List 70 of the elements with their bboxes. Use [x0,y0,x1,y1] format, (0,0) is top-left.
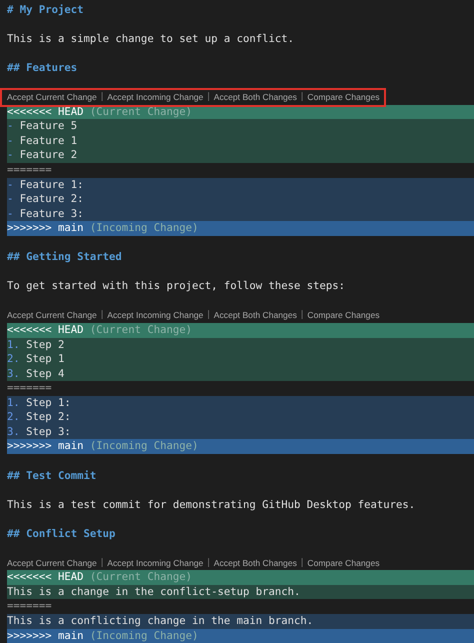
codelens-divider: | [300,556,304,570]
conflict-marker: <<<<<<< HEAD [7,104,84,120]
codelens-divider: | [300,308,304,322]
code-text: Feature 1: [20,178,84,192]
code-text: This is a change in the conflict-setup branch. [7,584,300,600]
conflict-marker: <<<<<<< HEAD [7,323,84,338]
codelens-divider: | [300,90,304,104]
code-text: Step 3: [26,424,71,440]
codelens-action-link[interactable]: Accept Both Changes [214,90,297,105]
change-note: (Incoming Change) [90,439,198,454]
code-text: This is a conflicting change in the main branch. [7,614,314,629]
text-line: To get started with this project, follow these steps: [7,279,346,294]
text-line: This is a simple change to set up a conflict. [7,32,294,47]
list-marker: 2. [7,410,20,425]
list-marker: - [7,178,14,192]
codelens-action-link[interactable]: Accept Incoming Change [107,308,204,324]
codelens-divider: | [206,308,211,322]
list-marker: 1. [7,396,20,410]
codelens-action-link[interactable]: Accept Incoming Change [107,556,204,570]
change-note: (Incoming Change) [90,221,198,236]
codelens-action-link[interactable]: Compare Changes [307,308,380,324]
list-marker: - [7,148,14,164]
markdown-heading: ## Test Commit [7,468,96,484]
codelens-divider: | [100,90,104,104]
markdown-heading: ## Features [7,61,78,76]
codelens-action-link[interactable]: Compare Changes [307,556,380,570]
list-marker: 1. [7,338,20,352]
markdown-heading: ## Getting Started [7,250,122,265]
codelens-action-link[interactable]: Accept Current Change [7,556,97,570]
code-text: Step 2: [26,410,71,425]
codelens-action-link[interactable]: Accept Both Changes [214,556,297,570]
codelens-divider: | [206,90,211,104]
list-marker: 2. [7,352,20,367]
codelens-action-link[interactable]: Compare Changes [307,90,380,105]
conflict-separator: ======= [7,381,52,396]
code-text: Feature 2 [20,148,78,164]
code-text: Feature 2: [20,192,84,207]
conflict-marker: <<<<<<< HEAD [7,570,84,585]
codelens-divider: | [100,308,104,322]
conflict-separator: ======= [7,163,52,178]
list-marker: - [7,192,14,207]
code-text: Feature 5 [20,119,78,134]
code-text: Step 1 [26,352,64,367]
conflict-separator: ======= [7,599,52,614]
conflict-marker: >>>>>>> main [7,628,84,643]
text-line: This is a test commit for demonstrating GitHub Desktop features. [7,498,416,512]
change-note: (Current Change) [90,323,192,338]
conflict-marker: >>>>>>> main [7,221,84,236]
codelens-action-link[interactable]: Accept Both Changes [214,308,297,324]
list-marker: - [7,134,14,148]
code-text: Step 4 [26,366,64,382]
list-marker: 3. [7,424,20,440]
code-text: Feature 3: [20,206,84,222]
codelens-action-link[interactable]: Accept Current Change [7,90,97,105]
list-marker: - [7,206,14,222]
list-marker: 3. [7,366,20,382]
change-note: (Current Change) [90,570,192,585]
code-text: Feature 1 [20,134,78,148]
markdown-heading: ## Conflict Setup [7,526,116,542]
code-text: Step 2 [26,338,64,352]
codelens-action-link[interactable]: Accept Current Change [7,308,97,324]
change-note: (Current Change) [90,104,192,120]
change-note: (Incoming Change) [90,628,198,643]
conflict-marker: >>>>>>> main [7,439,84,454]
markdown-heading: # My Project [7,3,84,18]
list-marker: - [7,119,14,134]
codelens-action-link[interactable]: Accept Incoming Change [107,90,204,105]
code-text: Step 1: [26,396,71,410]
codelens-divider: | [206,556,211,570]
codelens-divider: | [100,556,104,570]
